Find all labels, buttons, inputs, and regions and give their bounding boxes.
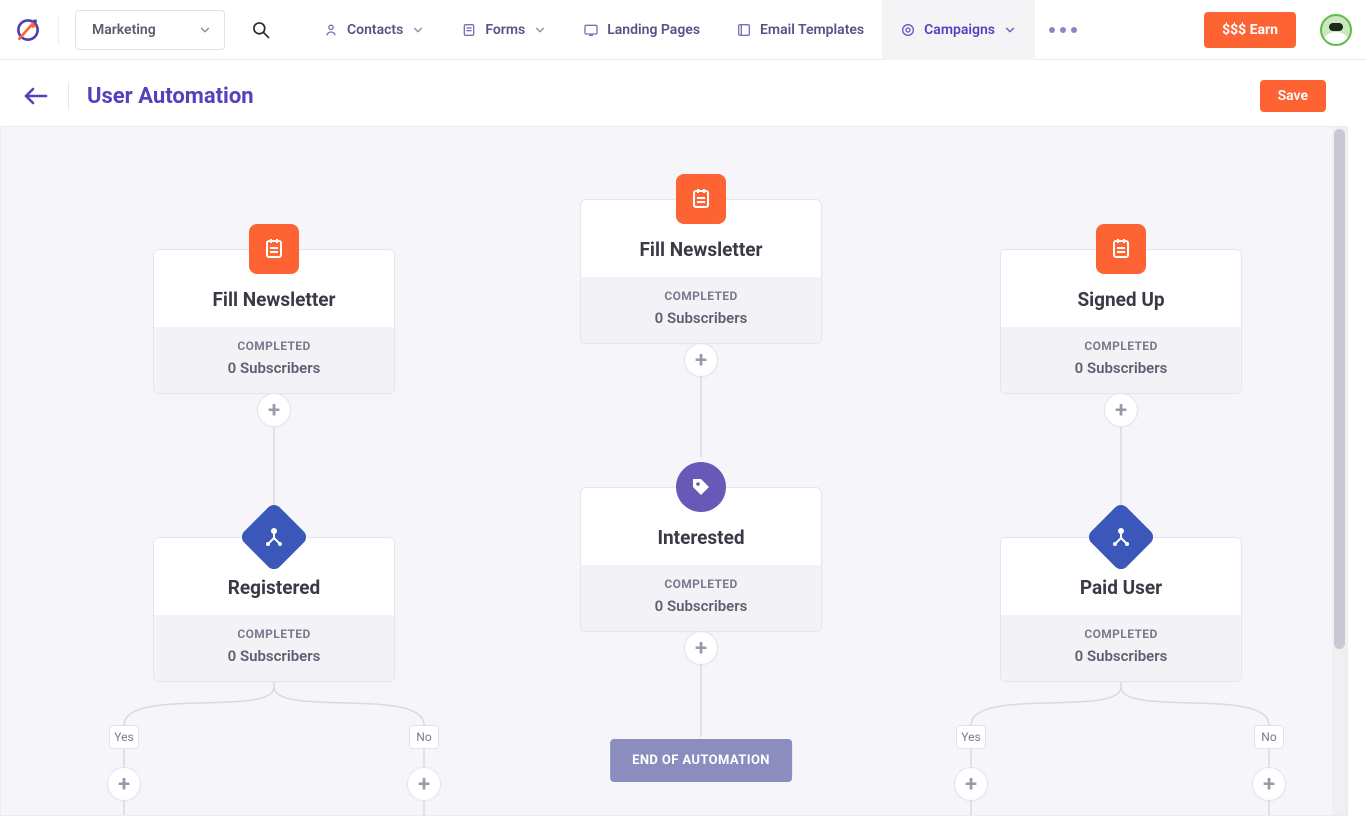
add-step-button[interactable]: + bbox=[407, 767, 441, 801]
campaigns-icon bbox=[900, 22, 916, 38]
arrow-left-icon bbox=[22, 85, 50, 107]
add-step-button[interactable]: + bbox=[107, 767, 141, 801]
tag-badge-icon bbox=[676, 462, 726, 512]
page-title: User Automation bbox=[87, 84, 254, 109]
scrollbar-thumb[interactable] bbox=[1334, 129, 1345, 649]
page-header: User Automation Save bbox=[0, 60, 1366, 112]
end-of-automation: END OF AUTOMATION bbox=[610, 739, 792, 782]
flow-node-registered[interactable]: Registered COMPLETED 0 Subscribers bbox=[153, 537, 395, 682]
nav-landing-pages[interactable]: Landing Pages bbox=[565, 0, 718, 60]
node-subscribers: 0 Subscribers bbox=[1011, 359, 1231, 377]
node-subscribers: 0 Subscribers bbox=[164, 359, 384, 377]
earn-button[interactable]: $$$ Earn bbox=[1204, 12, 1296, 48]
earn-label: $$$ Earn bbox=[1222, 22, 1278, 38]
divider bbox=[68, 82, 69, 110]
chevron-down-icon bbox=[411, 23, 425, 37]
flow-node-signed-up[interactable]: Signed Up COMPLETED 0 Subscribers bbox=[1000, 249, 1242, 394]
nav-label: Landing Pages bbox=[607, 22, 700, 38]
node-status: COMPLETED bbox=[1011, 339, 1231, 353]
node-status: COMPLETED bbox=[164, 627, 384, 641]
branch-yes-label: Yes bbox=[109, 725, 139, 749]
save-label: Save bbox=[1278, 88, 1308, 104]
chevron-down-icon bbox=[198, 23, 212, 37]
landing-page-icon bbox=[583, 22, 599, 38]
form-badge-icon bbox=[676, 174, 726, 224]
chevron-down-icon bbox=[533, 23, 547, 37]
forms-icon bbox=[461, 22, 477, 38]
main-nav: Contacts Forms Landing Pages Email Templ… bbox=[305, 0, 1091, 60]
nav-label: Email Templates bbox=[760, 22, 864, 38]
user-avatar[interactable] bbox=[1320, 14, 1352, 46]
back-button[interactable] bbox=[22, 85, 50, 107]
save-button[interactable]: Save bbox=[1260, 80, 1326, 112]
node-subscribers: 0 Subscribers bbox=[591, 597, 811, 615]
add-step-button[interactable]: + bbox=[257, 393, 291, 427]
node-subscribers: 0 Subscribers bbox=[164, 647, 384, 665]
node-status: COMPLETED bbox=[1011, 627, 1231, 641]
nav-label: Campaigns bbox=[924, 22, 995, 38]
nav-email-templates[interactable]: Email Templates bbox=[718, 0, 882, 60]
search-button[interactable] bbox=[245, 14, 277, 46]
contacts-icon bbox=[323, 22, 339, 38]
node-status: COMPLETED bbox=[164, 339, 384, 353]
app-logo-icon bbox=[14, 16, 42, 44]
add-step-button[interactable]: + bbox=[1104, 393, 1138, 427]
nav-campaigns[interactable]: Campaigns bbox=[882, 0, 1035, 60]
flow-node-paid-user[interactable]: Paid User COMPLETED 0 Subscribers bbox=[1000, 537, 1242, 682]
top-nav: Marketing Contacts Forms Landing Pages E… bbox=[0, 0, 1366, 60]
email-template-icon bbox=[736, 22, 752, 38]
nav-forms[interactable]: Forms bbox=[443, 0, 565, 60]
node-subscribers: 0 Subscribers bbox=[1011, 647, 1231, 665]
node-status: COMPLETED bbox=[591, 289, 811, 303]
node-subscribers: 0 Subscribers bbox=[591, 309, 811, 327]
form-badge-icon bbox=[249, 224, 299, 274]
flow-node-fill-newsletter-1[interactable]: Fill Newsletter COMPLETED 0 Subscribers bbox=[153, 249, 395, 394]
nav-label: Contacts bbox=[347, 22, 403, 38]
branch-no-label: No bbox=[409, 725, 439, 749]
add-step-button[interactable]: + bbox=[1252, 767, 1286, 801]
workspace-select[interactable]: Marketing bbox=[75, 10, 225, 50]
flow-node-interested[interactable]: Interested COMPLETED 0 Subscribers bbox=[580, 487, 822, 632]
divider bbox=[58, 16, 59, 44]
node-status: COMPLETED bbox=[591, 577, 811, 591]
form-badge-icon bbox=[1096, 224, 1146, 274]
vertical-scrollbar[interactable] bbox=[1332, 127, 1347, 815]
nav-label: Forms bbox=[485, 22, 525, 38]
automation-canvas[interactable]: Fill Newsletter COMPLETED 0 Subscribers … bbox=[0, 126, 1348, 816]
chevron-down-icon bbox=[1003, 23, 1017, 37]
add-step-button[interactable]: + bbox=[684, 343, 718, 377]
branch-no-label: No bbox=[1254, 725, 1284, 749]
nav-more[interactable] bbox=[1035, 27, 1091, 33]
workspace-select-label: Marketing bbox=[92, 22, 156, 38]
add-step-button[interactable]: + bbox=[684, 631, 718, 665]
nav-contacts[interactable]: Contacts bbox=[305, 0, 443, 60]
flow-node-fill-newsletter-2[interactable]: Fill Newsletter COMPLETED 0 Subscribers bbox=[580, 199, 822, 344]
branch-yes-label: Yes bbox=[956, 725, 986, 749]
search-icon bbox=[251, 20, 271, 40]
add-step-button[interactable]: + bbox=[954, 767, 988, 801]
